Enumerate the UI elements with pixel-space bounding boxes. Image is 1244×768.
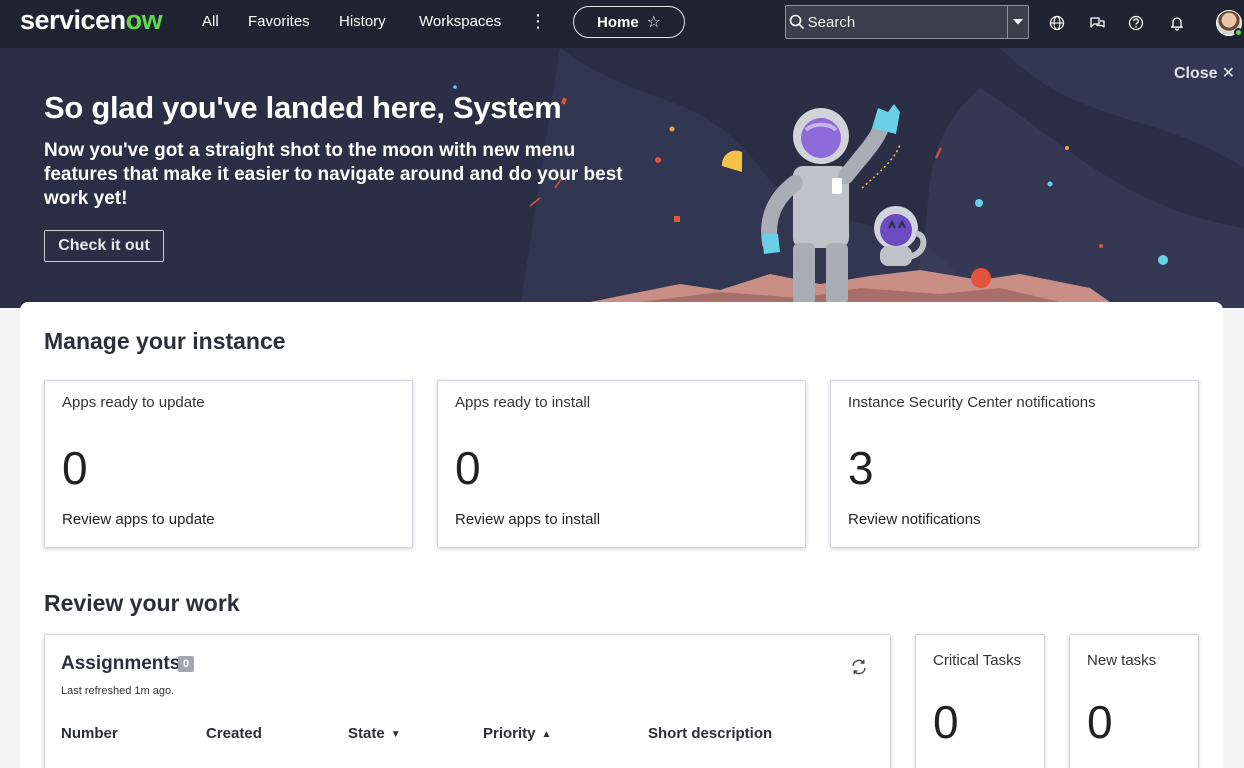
card-title: Apps ready to install [455, 394, 591, 411]
logo-text-accent: ow [125, 5, 163, 35]
last-refreshed-text: Last refreshed 1m ago. [61, 685, 175, 697]
card-count: 3 [848, 442, 874, 494]
assignments-count-badge: 0 [178, 656, 194, 672]
logo-text: servicen [20, 5, 126, 35]
servicenow-logo[interactable]: servicenow [20, 5, 163, 36]
welcome-banner: So glad you've landed here, System Now y… [0, 48, 1244, 308]
card-count: 0 [62, 442, 88, 494]
review-notifications-link[interactable]: Review notifications [848, 511, 981, 528]
close-label: Close [1174, 65, 1218, 82]
card-title: Apps ready to update [62, 394, 205, 411]
chat-icon[interactable] [1086, 12, 1108, 34]
search-input[interactable] [807, 6, 1007, 38]
card-title: Instance Security Center notifications [848, 394, 1096, 411]
close-banner-button[interactable]: Close ✕ [1174, 63, 1235, 83]
review-apps-to-install-link[interactable]: Review apps to install [455, 511, 600, 528]
top-navigation-bar: servicenow All Favorites History Workspa… [0, 0, 1244, 48]
refresh-icon[interactable] [849, 657, 869, 677]
notifications-bell-icon[interactable] [1166, 12, 1188, 34]
sort-ascending-icon: ▲ [541, 729, 552, 740]
nav-favorites[interactable]: Favorites [248, 13, 310, 30]
assignments-widget: Assignments 0 Last refreshed 1m ago. Num… [44, 634, 891, 768]
nav-all[interactable]: All [202, 13, 219, 30]
manage-instance-heading: Manage your instance [44, 328, 286, 354]
banner-subtitle: Now you've got a straight shot to the mo… [44, 140, 623, 209]
chevron-down-icon [1012, 19, 1023, 25]
column-header-priority[interactable]: Priority ▲ [483, 725, 551, 742]
search-icon [786, 6, 808, 38]
globe-icon[interactable] [1046, 12, 1068, 34]
column-header-short-description[interactable]: Short description [648, 725, 772, 742]
card-title: New tasks [1087, 652, 1157, 669]
card-count: 0 [455, 442, 481, 494]
global-search [785, 5, 1029, 39]
sort-descending-icon: ▼ [390, 729, 401, 740]
column-header-number[interactable]: Number [61, 725, 118, 742]
card-count: 0 [1087, 696, 1113, 748]
review-work-heading: Review your work [44, 590, 240, 616]
column-header-state[interactable]: State ▼ [348, 725, 401, 742]
close-icon: ✕ [1221, 65, 1235, 82]
column-header-created[interactable]: Created [206, 725, 262, 742]
online-status-indicator [1234, 28, 1243, 37]
more-menu-icon[interactable]: ⋮ [529, 12, 547, 30]
new-tasks-card[interactable]: New tasks 0 [1069, 634, 1199, 768]
check-it-out-button[interactable]: Check it out [44, 230, 164, 262]
column-header-priority-label: Priority [483, 725, 536, 742]
security-center-notifications-card[interactable]: Instance Security Center notifications 3… [830, 380, 1199, 548]
column-header-state-label: State [348, 725, 385, 742]
nav-history[interactable]: History [339, 13, 386, 30]
card-count: 0 [933, 696, 959, 748]
user-avatar[interactable] [1216, 10, 1243, 37]
favorite-star-icon[interactable]: ☆ [647, 12, 661, 32]
help-icon[interactable] [1125, 12, 1147, 34]
apps-ready-to-update-card[interactable]: Apps ready to update 0 Review apps to up… [44, 380, 413, 548]
main-content-panel: Manage your instance Apps ready to updat… [20, 302, 1223, 768]
nav-workspaces[interactable]: Workspaces [419, 13, 501, 30]
home-tab-button[interactable]: Home ☆ [573, 6, 685, 38]
critical-tasks-card[interactable]: Critical Tasks 0 [915, 634, 1045, 768]
apps-ready-to-install-card[interactable]: Apps ready to install 0 Review apps to i… [437, 380, 806, 548]
card-title: Critical Tasks [933, 652, 1022, 669]
assignments-title: Assignments [61, 653, 181, 674]
search-scope-dropdown[interactable] [1006, 6, 1028, 38]
home-label: Home [596, 13, 639, 31]
review-apps-to-update-link[interactable]: Review apps to update [62, 511, 215, 528]
banner-title: So glad you've landed here, System [44, 90, 562, 125]
